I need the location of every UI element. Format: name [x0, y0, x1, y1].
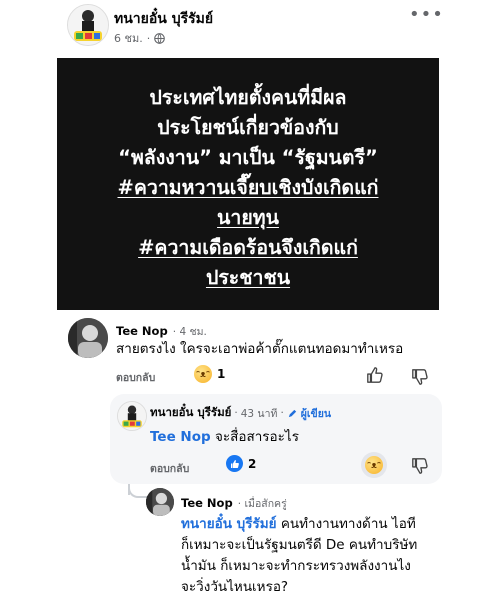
comment-text: สายตรงไง ใครจะเอาพ่อค้าตั๊กแตนทอดมาทำเหร…: [116, 341, 404, 357]
reaction-count: 1: [217, 367, 226, 381]
image-text-line: “พลังงาน” มาเป็น “รัฐมนตรี”: [118, 146, 378, 169]
haha-emoji-icon: ᵔᴥᵔ: [365, 456, 383, 474]
meta-separator: ·: [146, 31, 151, 45]
avatar-photo: [68, 318, 108, 358]
commenter-avatar[interactable]: [68, 318, 108, 358]
comment-author[interactable]: Tee Nop: [181, 496, 233, 510]
comment-text: ทนายอั๋น บุรีรัมย์ คนทำงานทางด้าน ไอที ก…: [181, 514, 481, 598]
reaction-summary[interactable]: ᵔᴥᵔ 1: [194, 365, 225, 383]
image-hashtag-line: ประชาชน: [205, 266, 291, 289]
haha-emoji-icon: ᵔᴥᵔ: [194, 365, 212, 383]
haha-react-button[interactable]: ᵔᴥᵔ: [361, 452, 387, 478]
comment-line: น้ำมัน ก็เหมาะจะทำกระทรวงพลังงานไง: [181, 558, 411, 574]
comment-time[interactable]: 4 ชม.: [179, 326, 206, 338]
like-reaction-icon: [226, 455, 243, 472]
comment-text: Tee Nop จะสื่อสารอะไร: [150, 427, 299, 448]
comment-author[interactable]: Tee Nop: [116, 324, 168, 338]
pen-icon: [288, 409, 296, 417]
comment-header: ทนายอั๋น บุรีรัมย์ · 43 นาที · ผู้เขียน: [150, 404, 331, 422]
thumbs-up-icon[interactable]: [366, 366, 384, 384]
commenter-avatar[interactable]: [146, 488, 174, 516]
post-author-name[interactable]: ทนายอั๋น บุรีรัมย์: [114, 8, 213, 30]
image-text-line: ประโยชน์เกี่ยวข้องกับ: [157, 116, 339, 139]
comment-header: Tee Nop · 4 ชม.: [116, 324, 207, 338]
avatar-photo: [146, 488, 174, 516]
author-badge: ผู้เขียน: [300, 407, 332, 420]
image-hashtag-line: นายทุน: [217, 206, 279, 229]
image-text-line: ประเทศไทยตั้งคนที่มีผล: [149, 86, 347, 109]
globe-icon[interactable]: [154, 32, 166, 44]
author-avatar-image: [68, 5, 108, 45]
comment-author[interactable]: ทนายอั๋น บุรีรัมย์: [150, 404, 231, 422]
mention-link[interactable]: Tee Nop: [150, 429, 211, 445]
reaction-count: 2: [248, 456, 257, 471]
comment-time[interactable]: 43 นาที: [241, 405, 278, 422]
comment-body: จะสื่อสารอะไร: [210, 429, 299, 445]
post-time[interactable]: 6 ชม.: [114, 29, 143, 47]
reply-author-avatar[interactable]: [117, 401, 147, 431]
comment-time[interactable]: เมื่อสักครู่: [244, 498, 286, 510]
comment-line: คนทำงานทางด้าน ไอที: [276, 516, 416, 532]
post-image[interactable]: ประเทศไทยตั้งคนที่มีผล ประโยชน์เกี่ยวข้อ…: [57, 58, 439, 310]
author-avatar-image: [118, 402, 146, 430]
comment-line: จะวิ่งวันไหนเหรอ?: [181, 579, 289, 595]
image-hashtag-line: #ความเดือดร้อนจึงเกิดแก่: [138, 236, 358, 259]
image-hashtag-line: #ความหวานเจี๊ยบเชิงบังเกิดแก่: [117, 176, 379, 199]
thumbs-down-icon[interactable]: [411, 457, 429, 475]
comment-line: ก็เหมาะจะเป็นรัฐมนตรีดี De คนทำบริษัท: [181, 537, 418, 553]
reply-button[interactable]: ตอบกลับ: [116, 369, 155, 386]
ellipsis-icon[interactable]: •••: [409, 4, 444, 25]
thumbs-down-icon[interactable]: [411, 368, 429, 386]
mention-link[interactable]: ทนายอั๋น บุรีรัมย์: [181, 516, 277, 532]
post-meta: 6 ชม. ·: [114, 29, 166, 47]
comment-header: Tee Nop · เมื่อสักครู่: [181, 496, 287, 510]
reaction-summary[interactable]: 2: [226, 455, 256, 472]
post-author-avatar[interactable]: [67, 4, 109, 46]
reply-button[interactable]: ตอบกลับ: [150, 460, 189, 477]
